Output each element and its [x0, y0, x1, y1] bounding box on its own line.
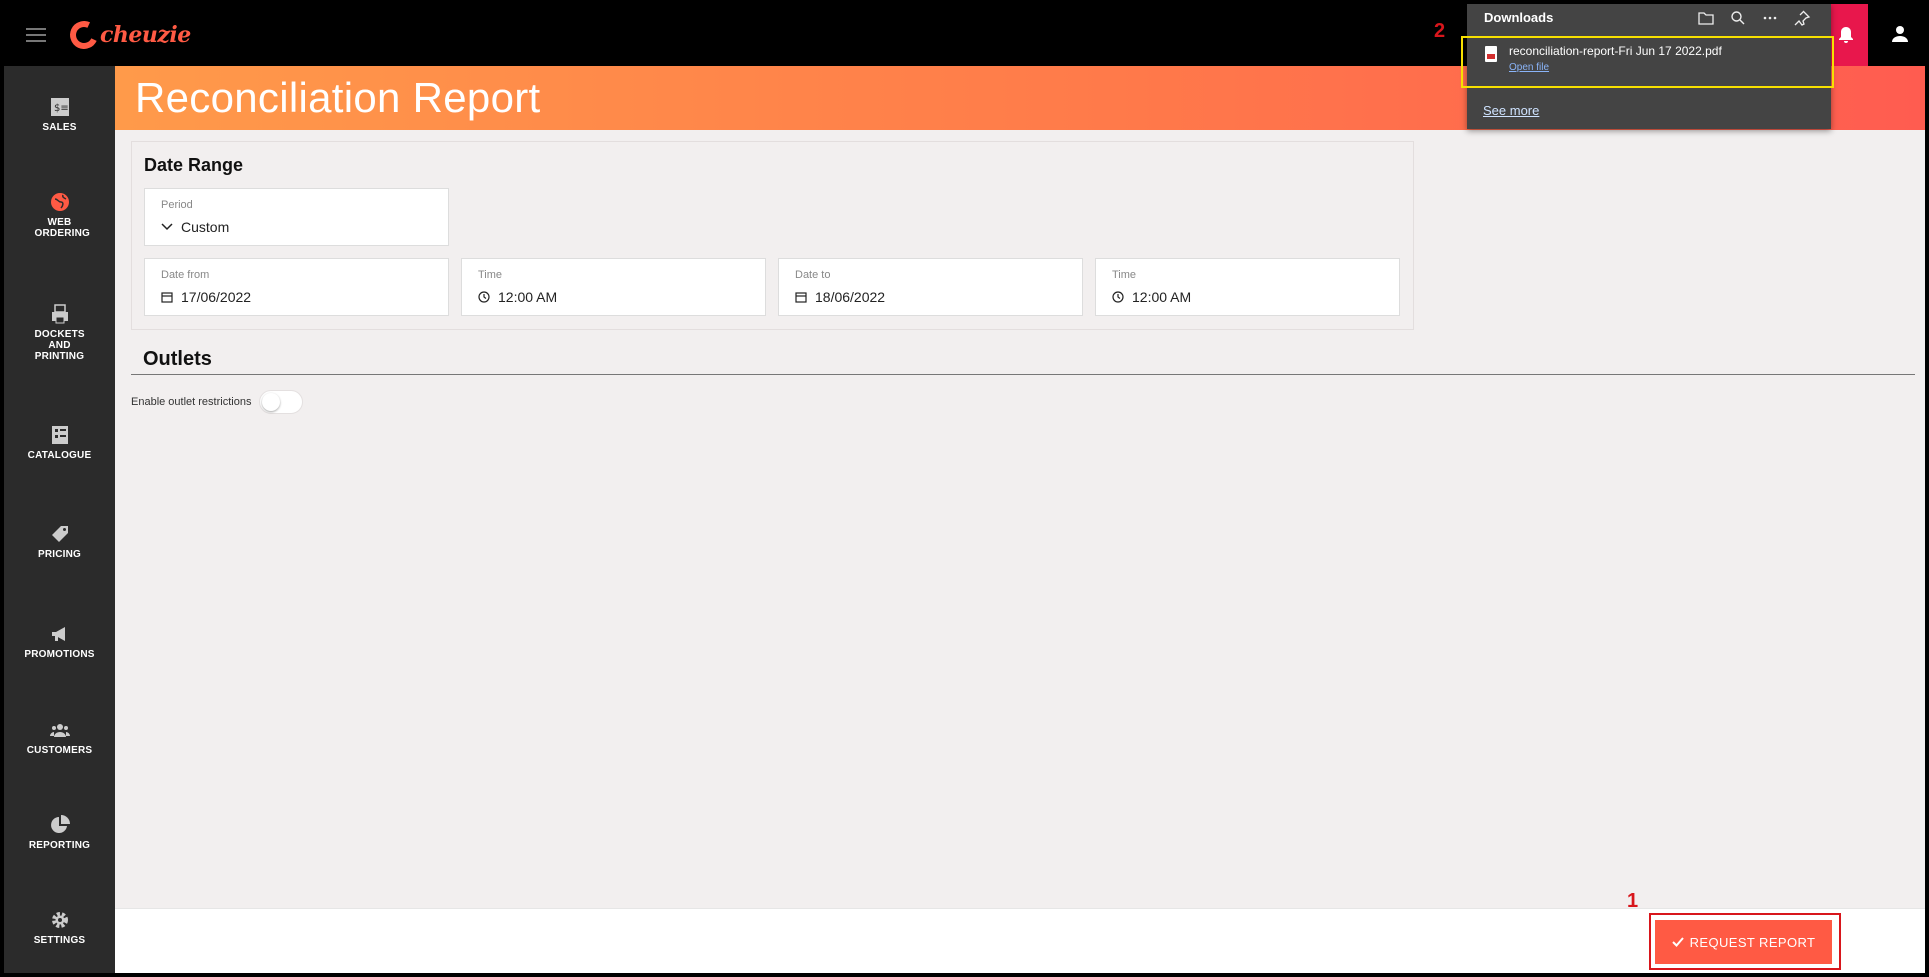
clock-icon — [478, 291, 490, 303]
search-icon[interactable] — [1729, 9, 1747, 27]
toggle-knob — [262, 393, 281, 411]
gear-icon — [51, 912, 68, 928]
outlets-title: Outlets — [143, 348, 212, 370]
period-select[interactable]: Period Custom — [144, 188, 449, 246]
sidebar: $≡ SALES WEB ORDERING DOCKETS AND PRINTI… — [4, 66, 115, 973]
user-icon[interactable] — [1890, 24, 1910, 44]
downloads-title: Downloads — [1484, 10, 1554, 25]
date-range-title: Date Range — [144, 155, 244, 175]
sidebar-item-sales[interactable]: $≡ SALES — [4, 96, 115, 133]
logo-mark-icon — [66, 17, 102, 53]
calendar-icon — [795, 292, 807, 303]
logo[interactable]: cheuzie — [66, 17, 191, 53]
sidebar-item-promotions[interactable]: PROMOTIONS — [4, 623, 115, 660]
app-window: cheuzie $≡ SALES WEB ORDERING DOCKETS AN… — [4, 4, 1925, 973]
pie-chart-icon — [50, 815, 70, 833]
page-title: Reconciliation Report — [135, 74, 541, 121]
chevron-down-icon — [161, 223, 173, 231]
svg-text:$≡: $≡ — [54, 103, 69, 114]
sidebar-item-pricing[interactable]: PRICING — [4, 523, 115, 560]
date-from-field[interactable]: Date from 17/06/2022 — [144, 258, 449, 316]
period-value: Custom — [181, 219, 230, 235]
sidebar-item-reporting[interactable]: REPORTING — [4, 814, 115, 851]
pin-icon[interactable] — [1793, 9, 1811, 27]
date-to-field[interactable]: Date to 18/06/2022 — [778, 258, 1083, 316]
tag-icon — [51, 526, 68, 542]
time-to-field[interactable]: Time 12:00 AM — [1095, 258, 1400, 316]
catalogue-icon — [51, 426, 68, 444]
globe-icon — [50, 193, 69, 211]
clock-icon — [1112, 291, 1124, 303]
megaphone-icon — [51, 627, 65, 641]
annotation-number-2: 2 — [1434, 20, 1446, 42]
printer-icon — [51, 304, 68, 324]
outlets-divider — [131, 374, 1915, 375]
sidebar-item-web-ordering[interactable]: WEB ORDERING — [4, 191, 115, 239]
folder-icon[interactable] — [1697, 9, 1715, 27]
sidebar-item-settings[interactable]: SETTINGS — [4, 909, 115, 946]
outlet-restrictions-row: Enable outlet restrictions — [131, 390, 304, 414]
sidebar-item-customers[interactable]: CUSTOMERS — [4, 719, 115, 756]
sales-icon: $≡ — [50, 98, 69, 116]
more-options-icon[interactable] — [1761, 9, 1779, 27]
sidebar-item-dockets[interactable]: DOCKETS AND PRINTING — [4, 303, 115, 362]
see-more-link[interactable]: See more — [1483, 103, 1539, 118]
sidebar-item-catalogue[interactable]: CATALOGUE — [4, 424, 115, 461]
annotation-box-download — [1461, 36, 1834, 88]
bell-icon — [1839, 27, 1853, 43]
time-from-field[interactable]: Time 12:00 AM — [461, 258, 766, 316]
annotation-box-request — [1649, 913, 1841, 970]
users-icon — [49, 724, 70, 737]
calendar-icon — [161, 292, 173, 303]
menu-icon[interactable] — [26, 28, 46, 42]
outlet-restrictions-toggle[interactable] — [259, 390, 304, 414]
outlet-restrictions-label: Enable outlet restrictions — [131, 396, 252, 408]
annotation-number-1: 1 — [1627, 890, 1639, 912]
logo-text: cheuzie — [100, 22, 191, 48]
